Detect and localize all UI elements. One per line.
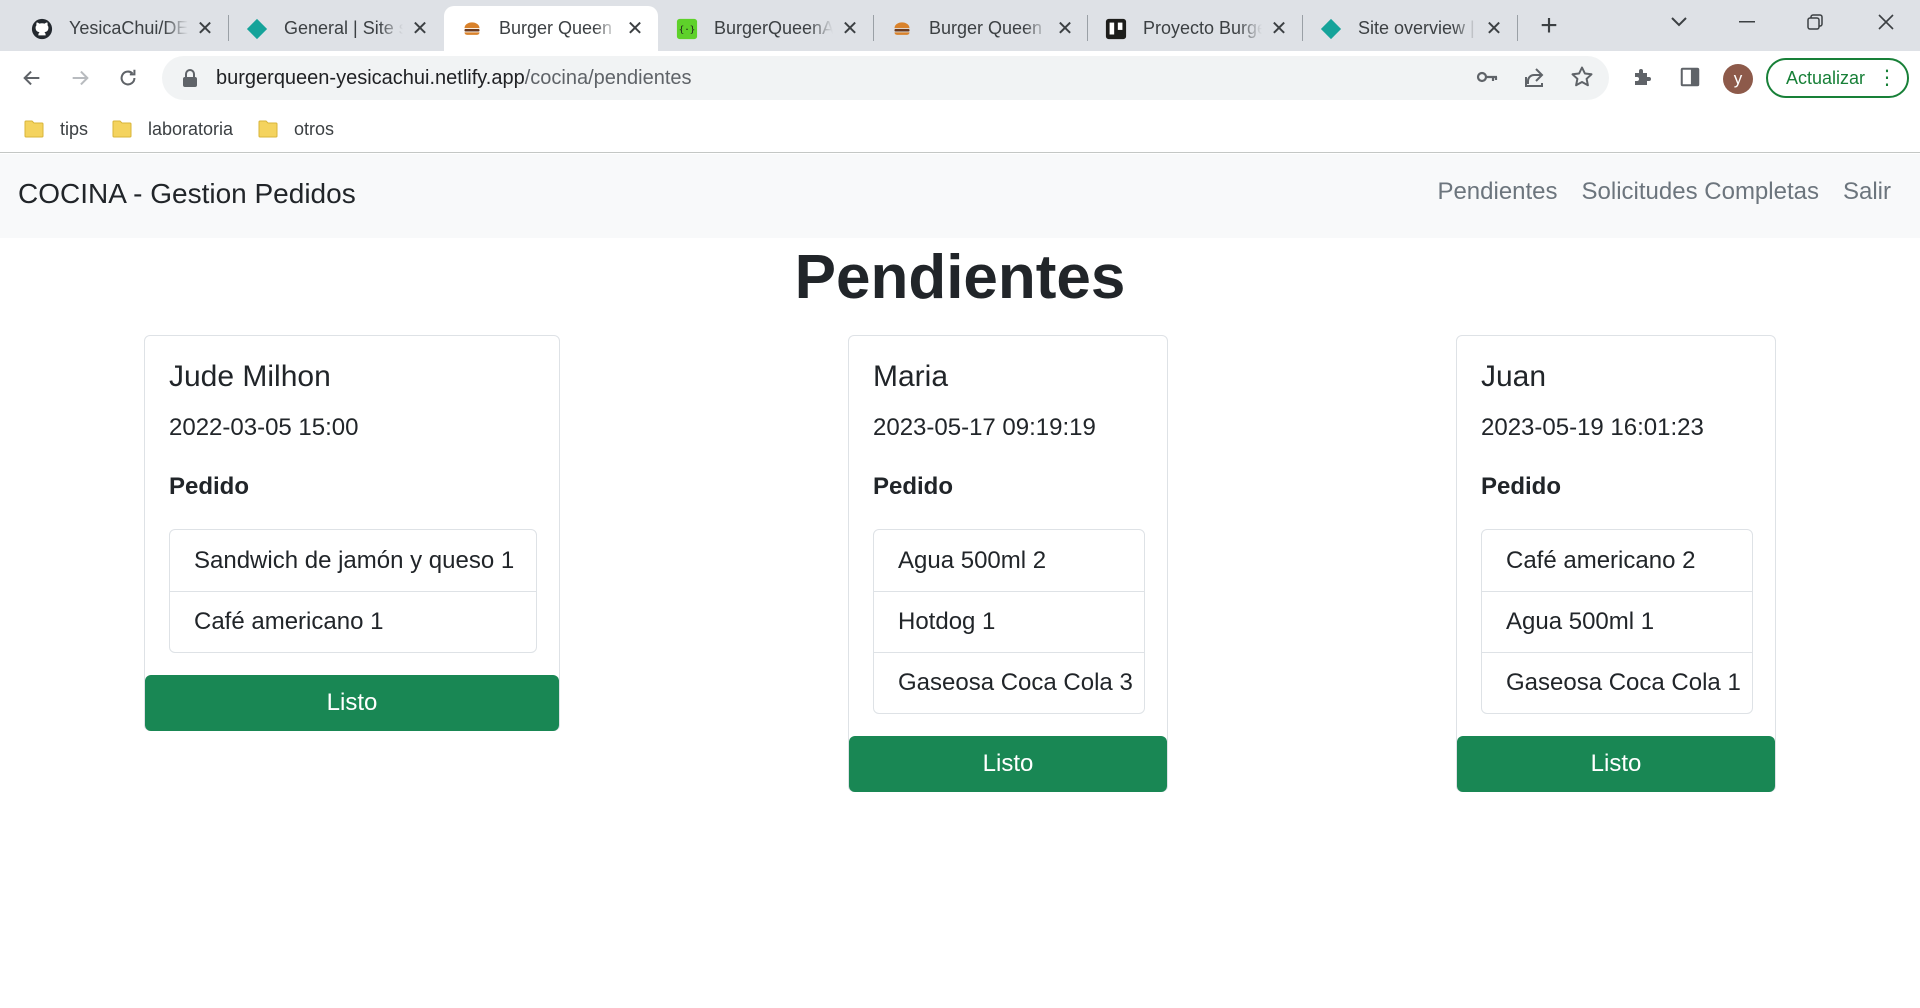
order-card: Juan 2023-05-19 16:01:23 Pedido Café ame…	[1456, 335, 1776, 792]
folder-icon	[24, 120, 44, 138]
back-icon[interactable]	[14, 60, 50, 96]
browser-tab[interactable]: Proyecto Burger Queen ✕	[1088, 6, 1302, 51]
url-path: /cocina/pendientes	[524, 66, 692, 89]
order-datetime: 2023-05-19 16:01:23	[1481, 414, 1704, 441]
bookmark-folder[interactable]: tips	[24, 116, 88, 142]
ready-button[interactable]: Listo	[145, 675, 559, 731]
order-datetime: 2022-03-05 15:00	[169, 414, 359, 441]
bookmark-label: otros	[294, 118, 335, 139]
lock-icon[interactable]	[182, 68, 202, 88]
tab-title: BurgerQueenAPI	[714, 18, 833, 38]
browser-tab[interactable]: General | Site settings ✕	[229, 6, 443, 51]
tab-title: Burger Queen	[499, 18, 613, 38]
customer-name: Maria	[873, 360, 949, 393]
tab-title: Burger Queen	[929, 18, 1043, 38]
browser-tab[interactable]: {·} BurgerQueenAPI ✕	[659, 6, 873, 51]
bookmarks-bar: tips laboratoria otros	[0, 105, 1920, 153]
order-item: Hotdog 1	[874, 591, 1144, 652]
order-item: Café americano 2	[1506, 546, 1696, 574]
order-card: Maria 2023-05-17 09:19:19 Pedido Agua 50…	[848, 335, 1168, 792]
browser-tab-active[interactable]: Burger Queen ✕	[444, 6, 658, 51]
close-icon[interactable]: ✕	[409, 18, 431, 40]
close-icon[interactable]: ✕	[1054, 18, 1076, 40]
order-section-label: Pedido	[169, 473, 250, 500]
tab-search-icon[interactable]	[1645, 0, 1713, 44]
menu-dots-icon[interactable]: ⋮	[1877, 67, 1897, 89]
side-panel-icon[interactable]	[1675, 62, 1705, 92]
netlify-icon	[1319, 17, 1343, 41]
url-host: burgerqueen-yesicachui.netlify.app	[216, 66, 525, 89]
reload-icon[interactable]	[110, 60, 146, 96]
update-label: Actualizar	[1786, 67, 1866, 88]
nav-link-salir[interactable]: Salir	[1843, 178, 1891, 206]
order-item: Agua 500ml 1	[1482, 591, 1752, 652]
nav-link-solicitudes-completas[interactable]: Solicitudes Completas	[1582, 178, 1819, 206]
star-icon[interactable]	[1567, 62, 1597, 92]
burger-icon	[890, 17, 914, 41]
order-card: Jude Milhon 2022-03-05 15:00 Pedido Sand…	[144, 335, 560, 731]
forward-icon[interactable]	[62, 60, 98, 96]
order-item: Gaseosa Coca Cola 3	[874, 652, 1144, 713]
order-section-label: Pedido	[1481, 473, 1562, 500]
navbar-brand[interactable]: COCINA - Gestion Pedidos	[18, 178, 356, 210]
profile-avatar[interactable]: y	[1723, 64, 1753, 94]
browser-tab[interactable]: Site overview | Netlify ✕	[1303, 6, 1517, 51]
burger-icon	[460, 17, 484, 41]
order-items: Sandwich de jamón y queso 1 Café america…	[169, 529, 537, 653]
trello-icon	[1104, 17, 1128, 41]
bookmark-label: tips	[60, 118, 89, 139]
tab-strip: YesicaChui/DEV ✕ General | Site settings…	[0, 0, 1920, 51]
tab-title: Site overview | Netlify	[1358, 18, 1477, 38]
nav-links: Pendientes Solicitudes Completas Salir	[1437, 178, 1891, 206]
github-icon	[30, 17, 54, 41]
close-icon[interactable]: ✕	[194, 18, 216, 40]
new-tab-icon[interactable]: +	[1533, 9, 1565, 42]
bookmark-folder[interactable]: otros	[258, 116, 334, 142]
ready-button[interactable]: Listo	[849, 736, 1167, 792]
key-icon[interactable]	[1472, 62, 1502, 92]
restore-icon[interactable]	[1781, 0, 1849, 44]
customer-name: Juan	[1481, 360, 1547, 393]
tab-title: General | Site settings	[284, 18, 403, 38]
folder-icon	[112, 120, 132, 138]
browser-toolbar: burgerqueen-yesicachui.netlify.app/cocin…	[0, 51, 1920, 105]
mockapi-icon: {·}	[675, 17, 699, 41]
update-button[interactable]: Actualizar ⋮	[1766, 58, 1909, 98]
ready-button[interactable]: Listo	[1457, 736, 1775, 792]
close-window-icon[interactable]	[1852, 0, 1920, 44]
close-icon[interactable]: ✕	[624, 18, 646, 40]
share-icon[interactable]	[1519, 62, 1549, 92]
customer-name: Jude Milhon	[169, 360, 331, 393]
address-bar[interactable]: burgerqueen-yesicachui.netlify.app/cocin…	[162, 56, 1609, 100]
order-section-label: Pedido	[873, 473, 954, 500]
extensions-icon[interactable]	[1628, 62, 1658, 92]
app-navbar: COCINA - Gestion Pedidos Pendientes Soli…	[0, 154, 1920, 238]
close-icon[interactable]: ✕	[1268, 18, 1290, 40]
order-item: Gaseosa Coca Cola 1	[1482, 652, 1752, 713]
order-items: Agua 500ml 2 Hotdog 1 Gaseosa Coca Cola …	[873, 529, 1145, 714]
close-icon[interactable]: ✕	[1483, 18, 1505, 40]
bookmark-folder[interactable]: laboratoria	[112, 116, 233, 142]
page-title: Pendientes	[794, 243, 1126, 312]
order-item: Café americano 1	[170, 591, 536, 652]
browser-tab[interactable]: YesicaChui/DEV ✕	[14, 6, 228, 51]
svg-text:{·}: {·}	[679, 24, 696, 35]
order-item: Agua 500ml 2	[898, 546, 1047, 574]
nav-link-pendientes[interactable]: Pendientes	[1437, 178, 1557, 206]
order-datetime: 2023-05-17 09:19:19	[873, 414, 1096, 441]
tab-title: YesicaChui/DEV	[69, 18, 188, 38]
close-icon[interactable]: ✕	[839, 18, 861, 40]
minimize-icon[interactable]	[1713, 0, 1781, 44]
netlify-icon	[245, 17, 269, 41]
tab-title: Proyecto Burger Queen	[1143, 18, 1262, 38]
order-items: Café americano 2 Agua 500ml 1 Gaseosa Co…	[1481, 529, 1753, 714]
bookmark-label: laboratoria	[148, 118, 234, 139]
order-item: Sandwich de jamón y queso 1	[194, 546, 515, 574]
browser-tab[interactable]: Burger Queen ✕	[874, 6, 1088, 51]
folder-icon	[258, 120, 278, 138]
